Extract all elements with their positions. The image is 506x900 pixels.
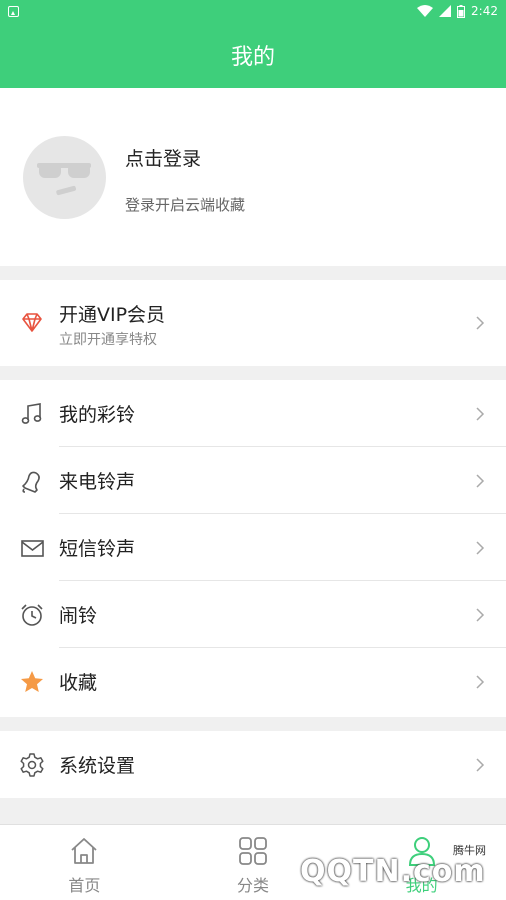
menu-item-label: 我的彩铃	[59, 404, 136, 426]
diamond-icon	[19, 310, 45, 336]
home-icon	[71, 838, 97, 864]
menu-item-call-ringtone[interactable]: 来电铃声	[0, 447, 506, 514]
login-hint: 登录开启云端收藏	[125, 196, 246, 214]
chevron-right-icon	[474, 406, 486, 422]
top-bar: 我的	[0, 22, 506, 88]
signal-icon	[439, 5, 452, 17]
menu-item-label: 短信铃声	[59, 538, 136, 560]
status-bar: 2:42	[0, 0, 506, 22]
status-time: 2:42	[471, 4, 498, 18]
status-right: 2:42	[417, 4, 498, 18]
image-notification-icon	[8, 5, 19, 17]
bottom-nav: 首页 分类 我的	[0, 824, 506, 900]
chevron-right-icon	[474, 315, 486, 331]
wifi-icon	[417, 5, 434, 17]
star-icon	[19, 669, 45, 695]
vip-row[interactable]: 开通VIP会员 立即开通享特权	[0, 280, 506, 366]
menu-section: 我的彩铃 来电铃声 短信铃声 闹铃 收藏	[0, 380, 506, 717]
menu-item-settings[interactable]: 系统设置	[0, 731, 506, 798]
menu-item-label: 系统设置	[59, 755, 136, 777]
vip-sub: 立即开通享特权	[59, 332, 157, 348]
login-button[interactable]: 点击登录	[125, 144, 201, 171]
vip-label: 开通VIP会员	[59, 304, 166, 326]
menu-item-label: 收藏	[59, 672, 98, 694]
nav-item-mine[interactable]: 我的	[337, 825, 506, 900]
default-avatar-icon	[37, 163, 91, 196]
nav-item-home[interactable]: 首页	[0, 825, 169, 900]
chevron-right-icon	[474, 674, 486, 690]
page-title: 我的	[230, 45, 275, 70]
menu-item-sms-ringtone[interactable]: 短信铃声	[0, 514, 506, 581]
menu-item-label: 闹铃	[59, 605, 98, 627]
nav-item-category[interactable]: 分类	[169, 825, 338, 900]
chevron-right-icon	[474, 473, 486, 489]
music-note-icon	[19, 401, 45, 427]
nav-label: 我的	[405, 876, 438, 895]
alarm-clock-icon	[19, 602, 45, 628]
nav-label: 分类	[237, 876, 270, 895]
menu-item-my-ringback[interactable]: 我的彩铃	[0, 380, 506, 447]
grid-icon	[239, 837, 267, 865]
menu-item-favorites[interactable]: 收藏	[0, 648, 506, 715]
user-icon	[408, 837, 435, 866]
profile-card[interactable]: 点击登录 登录开启云端收藏	[0, 88, 506, 266]
menu-item-alarm[interactable]: 闹铃	[0, 581, 506, 648]
menu-item-label: 来电铃声	[59, 471, 136, 493]
chevron-right-icon	[474, 607, 486, 623]
chevron-right-icon	[474, 540, 486, 556]
chevron-right-icon	[474, 757, 486, 773]
nav-label: 首页	[68, 876, 101, 895]
battery-icon	[457, 4, 466, 18]
bell-icon	[19, 468, 45, 494]
avatar[interactable]	[23, 136, 106, 219]
gear-icon	[19, 752, 45, 778]
vip-section: 开通VIP会员 立即开通享特权	[0, 280, 506, 366]
envelope-icon	[19, 535, 45, 561]
status-left	[8, 5, 19, 17]
settings-section: 系统设置	[0, 731, 506, 798]
